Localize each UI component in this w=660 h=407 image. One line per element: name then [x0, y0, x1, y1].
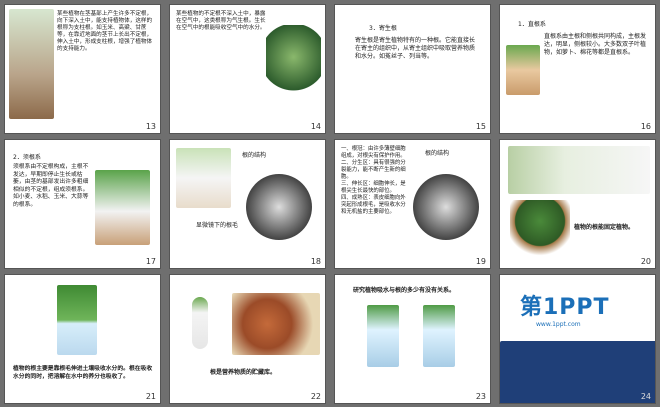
slide-text: 某些植物的不定根不深入土中，暴露在空气中，这类根称为气生根。生长在空气中的根能吸…	[176, 11, 266, 31]
slide-text: 直根系由主根和侧根共同构成，主根发达，明显，侧根较小。大多数双子叶植物，如萝卜、…	[544, 33, 647, 56]
slide-18[interactable]: 根的结构 显微镜下的根毛 18	[169, 139, 326, 269]
slide-text: 某些植物在茎基部上产生许多不定根，向下深入土中，能支持植物体，这样的根称为支柱根…	[57, 11, 153, 52]
slide-number: 13	[145, 122, 156, 131]
slide-20[interactable]: 植物的根能固定植物。 20	[499, 139, 656, 269]
image-caption: 植物的根能固定植物。	[574, 224, 635, 231]
slide-number: 14	[310, 122, 321, 131]
root-tip-image	[413, 174, 479, 240]
slide-title: 根的结构	[242, 152, 267, 159]
slide-23[interactable]: 研究植物吸水与根的多少有没有关系。 23	[334, 274, 491, 404]
slide-13[interactable]: 某些植物在茎基部上产生许多不定根，向下深入土中，能支持植物体，这样的根称为支柱根…	[4, 4, 161, 134]
radish-image	[192, 297, 208, 349]
root-hair-drawing	[176, 148, 231, 208]
plant-in-water-image	[57, 285, 97, 355]
slide-text: 寄生根是寄生植物特有的一种根。它能直接长在寄主的组织中，从寄主组织中吸取营养物质…	[355, 37, 476, 60]
taproot-image	[506, 45, 540, 95]
slide-number: 15	[475, 122, 486, 131]
slide-19[interactable]: 根的结构 一、根冠：由许多薄壁细胞组成，对根尖有保护作用。 二、分生区：具有很强…	[334, 139, 491, 269]
slide-number: 18	[310, 257, 321, 266]
slide-number: 16	[640, 122, 651, 131]
prop-root-image	[9, 9, 54, 119]
slide-number: 24	[640, 392, 651, 401]
slide-number: 20	[640, 257, 651, 266]
slide-text: 一、根冠：由许多薄壁细胞组成，对根尖有保护作用。 二、分生区：具有很强的分裂能力…	[341, 146, 406, 215]
fibrous-root-image	[95, 170, 150, 245]
brand-logo: 第1PPT	[520, 295, 610, 320]
slide-14[interactable]: 某些植物的不定根不深入土中，暴露在空气中，这类根称为气生根。生长在空气中的根能吸…	[169, 4, 326, 134]
slide-number: 19	[475, 257, 486, 266]
slide-22[interactable]: 根是营养物质的贮藏库。 22	[169, 274, 326, 404]
slide-grid: 某些植物在茎基部上产生许多不定根，向下深入土中，能支持植物体，这样的根称为支柱根…	[0, 0, 660, 407]
slide-21[interactable]: 植物的根主要是靠根毛伸进土壤吸收水分的。根在吸收水分的同时，把溶解在水中的养分也…	[4, 274, 161, 404]
beaker-b-image	[423, 305, 455, 367]
beaker-a-image	[367, 305, 399, 367]
slide-number: 21	[145, 392, 156, 401]
slide-16[interactable]: 1．直根系 直根系由主根和侧根共同构成，主根发达，明显，侧根较小。大多数双子叶植…	[499, 4, 656, 134]
image-caption: 根是营养物质的贮藏库。	[210, 369, 277, 376]
slide-title: 2．须根系	[13, 154, 41, 161]
slide-number: 17	[145, 257, 156, 266]
tree-roots-image	[510, 200, 570, 260]
slide-title: 1．直根系	[518, 21, 546, 28]
slide-24[interactable]: 第1PPT www.1ppt.com 24	[499, 274, 656, 404]
slide-number: 22	[310, 392, 321, 401]
slide-title: 根的结构	[425, 150, 450, 157]
slide-17[interactable]: 2．须根系 须根系由不定根构成，主根不发达，早期即停止生长或枯萎，由茎的基部发出…	[4, 139, 161, 269]
slide-text: 须根系由不定根构成，主根不发达，早期即停止生长或枯萎，由茎的基部发出许多粗细相似…	[13, 164, 89, 208]
image-caption: 植物的根主要是靠根毛伸进土壤吸收水分的。根在吸收水分的同时，把溶解在水中的养分也…	[13, 366, 153, 380]
aerial-root-image	[266, 25, 321, 105]
pulling-plant-image	[508, 146, 650, 194]
slide-title: 研究植物吸水与根的多少有没有关系。	[353, 287, 456, 294]
image-caption: 显微镜下的根毛	[196, 222, 239, 229]
slide-number: 23	[475, 392, 486, 401]
brand-url[interactable]: www.1ppt.com	[536, 321, 581, 328]
sweet-potato-image	[232, 293, 320, 355]
slide-title: 3．寄生根	[369, 25, 397, 32]
slide-15[interactable]: 3．寄生根 寄生根是寄生植物特有的一种根。它能直接长在寄主的组织中，从寄主组织中…	[334, 4, 491, 134]
microscope-view-image	[246, 174, 312, 240]
links-footer	[500, 341, 655, 403]
